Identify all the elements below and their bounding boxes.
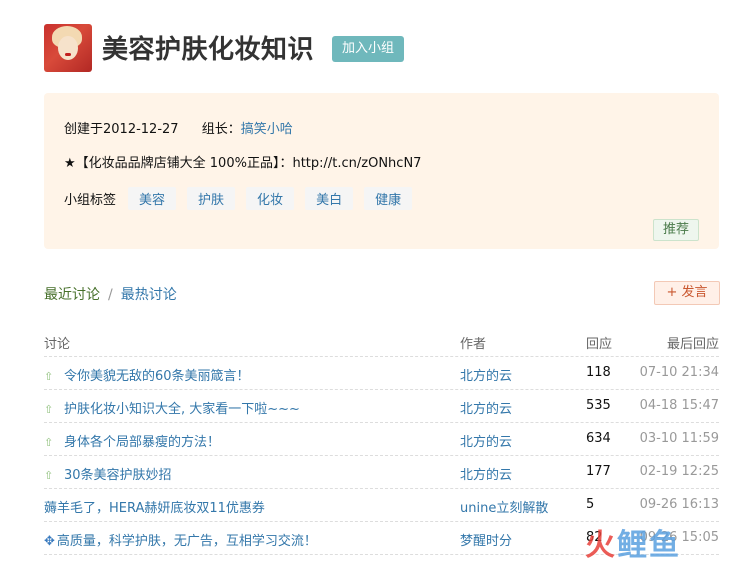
- author-link[interactable]: 北方的云: [460, 398, 512, 417]
- new-post-button[interactable]: + 发言: [654, 281, 720, 305]
- author-link[interactable]: 梦醒时分: [460, 530, 512, 549]
- topic-link[interactable]: 薅羊毛了，HERA赫妍底妆双11优惠券: [44, 497, 265, 516]
- header-topic: 讨论: [44, 337, 71, 352]
- tag-whitening[interactable]: 美白: [305, 187, 354, 210]
- header-replies: 回应: [586, 337, 613, 352]
- table-row: 薅羊毛了，HERA赫妍底妆双11优惠券 unine立刻解散 5 09-26 16…: [44, 489, 719, 522]
- watermark-part2: 鲤鱼: [617, 528, 681, 563]
- header-author: 作者: [460, 337, 487, 352]
- topic-cell: ⇧ 30条美容护肤妙招: [44, 464, 172, 483]
- reply-count: 535: [586, 398, 611, 413]
- join-group-button[interactable]: 加入小组: [332, 36, 404, 62]
- tag-health[interactable]: 健康: [364, 187, 413, 210]
- topic-link[interactable]: 令你美貌无敌的60条美丽箴言！: [64, 369, 250, 384]
- topic-link[interactable]: 高质量，科学护肤，无广告，互相学习交流！: [57, 534, 317, 549]
- reply-count: 634: [586, 431, 611, 446]
- author-link[interactable]: 北方的云: [460, 431, 512, 450]
- last-reply-time: 09-26 16:13: [639, 497, 719, 512]
- tags-label: 小组标签: [64, 193, 117, 208]
- last-reply-time: 07-10 21:34: [639, 365, 719, 380]
- last-reply-time: 02-19 12:25: [639, 464, 719, 479]
- table-row: ⇧ 令你美貌无敌的60条美丽箴言！ 北方的云 118 07-10 21:34: [44, 357, 719, 390]
- group-tags: 小组标签 美容 护肤 化妆 美白 健康: [64, 187, 413, 210]
- avatar-face: [58, 36, 78, 60]
- pin-icon: ✥: [44, 534, 55, 549]
- topic-link[interactable]: 护肤化妆小知识大全, 大家看一下啦~~~: [64, 402, 300, 417]
- tag-makeup[interactable]: 化妆: [246, 187, 295, 210]
- reply-count: 5: [586, 497, 595, 512]
- group-meta: 创建于2012-12-27 组长：搞笑小哈: [64, 118, 293, 137]
- table-row: ⇧ 护肤化妆小知识大全, 大家看一下啦~~~ 北方的云 535 04-18 15:…: [44, 390, 719, 423]
- tab-recent[interactable]: 最近讨论: [44, 287, 100, 303]
- last-reply-time: 04-18 15:47: [639, 398, 719, 413]
- group-avatar[interactable]: [44, 24, 92, 72]
- topic-cell: ⇧ 身体各个局部暴瘦的方法！: [44, 431, 220, 450]
- table-header: 讨论 作者 回应 最后回应: [44, 325, 719, 357]
- reply-count: 118: [586, 365, 611, 380]
- table-row: ⇧ 30条美容护肤妙招 北方的云 177 02-19 12:25: [44, 456, 719, 489]
- table-row: ⇧ 身体各个局部暴瘦的方法！ 北方的云 634 03-10 11:59: [44, 423, 719, 456]
- author-link[interactable]: 北方的云: [460, 365, 512, 384]
- topic-link[interactable]: 30条美容护肤妙招: [64, 468, 172, 483]
- up-arrow-icon: ⇧: [44, 370, 54, 383]
- group-title: 美容护肤化妆知识: [102, 35, 315, 65]
- tag-skincare[interactable]: 护肤: [187, 187, 236, 210]
- tab-separator: /: [108, 287, 113, 303]
- topic-link[interactable]: 身体各个局部暴瘦的方法！: [64, 435, 220, 450]
- leader-label: 组长：: [201, 122, 241, 137]
- watermark-part1: 火: [585, 528, 617, 563]
- leader-link[interactable]: 搞笑小哈: [241, 122, 293, 137]
- reply-count: 177: [586, 464, 611, 479]
- promo-text: ★【化妆品品牌店铺大全 100%正品】：http://t.cn/zONhcN7: [64, 156, 422, 171]
- topic-cell: ✥ 高质量，科学护肤，无广告，互相学习交流！: [44, 530, 317, 549]
- discussion-tabs: 最近讨论 / 最热讨论: [44, 284, 177, 304]
- tag-beauty[interactable]: 美容: [128, 187, 177, 210]
- last-reply-time: 03-10 11:59: [639, 431, 719, 446]
- author-link[interactable]: unine立刻解散: [460, 497, 548, 516]
- created-date: 创建于2012-12-27: [64, 122, 179, 137]
- up-arrow-icon: ⇧: [44, 436, 54, 449]
- up-arrow-icon: ⇧: [44, 469, 54, 482]
- topic-cell: ⇧ 令你美貌无敌的60条美丽箴言！: [44, 365, 250, 384]
- topic-cell: ⇧ 护肤化妆小知识大全, 大家看一下啦~~~: [44, 398, 300, 417]
- group-info-box: 创建于2012-12-27 组长：搞笑小哈 ★【化妆品品牌店铺大全 100%正品…: [44, 93, 719, 249]
- up-arrow-icon: ⇧: [44, 403, 54, 416]
- watermark-logo: 火鲤鱼: [585, 520, 681, 564]
- tab-hot[interactable]: 最热讨论: [121, 287, 177, 303]
- avatar-lip: [65, 53, 71, 56]
- recommend-button[interactable]: 推荐: [653, 219, 699, 241]
- author-link[interactable]: 北方的云: [460, 464, 512, 483]
- header-last-reply: 最后回应: [666, 337, 719, 352]
